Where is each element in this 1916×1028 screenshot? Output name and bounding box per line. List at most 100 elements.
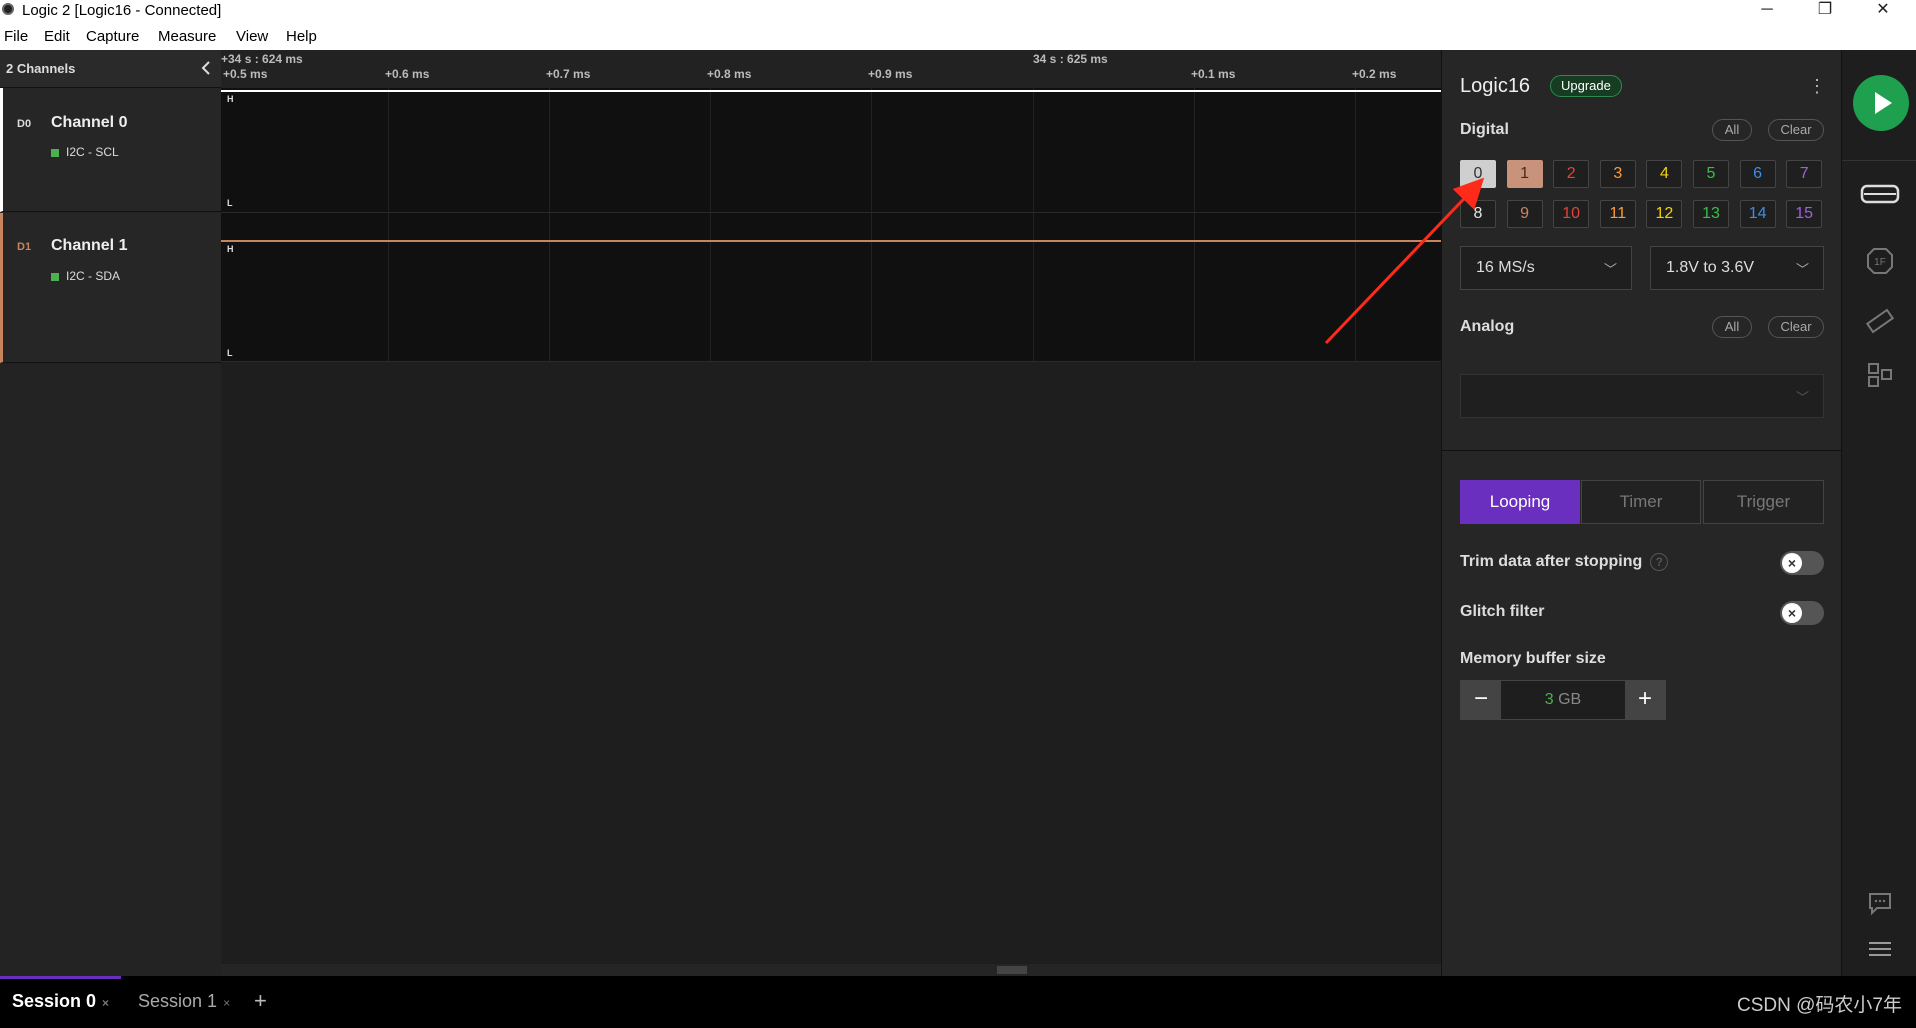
start-capture-button[interactable]: [1853, 75, 1909, 131]
analog-clear-button[interactable]: Clear: [1768, 316, 1824, 338]
lane-separator: [221, 212, 1441, 213]
gridline: [1355, 88, 1356, 362]
trim-toggle[interactable]: ×: [1780, 551, 1824, 575]
menu-help[interactable]: Help: [286, 28, 317, 45]
scrollbar-thumb[interactable]: [997, 966, 1027, 974]
channel-1-signal: [221, 240, 1441, 242]
menu-measure[interactable]: Measure: [158, 28, 216, 45]
digital-channel-12-button[interactable]: 12: [1646, 200, 1683, 228]
maximize-button[interactable]: ❐: [1802, 0, 1848, 22]
time-tick: +0.2 ms: [1352, 67, 1397, 81]
measure-ruler-icon[interactable]: [1860, 306, 1900, 336]
toggle-off-icon: ×: [1782, 553, 1802, 573]
device-icon[interactable]: [1860, 180, 1900, 210]
mode-trigger-button[interactable]: Trigger: [1703, 480, 1824, 524]
digital-channel-3-button[interactable]: 3: [1599, 160, 1636, 188]
right-sidebar: 1F: [1841, 50, 1916, 976]
digital-section-label: Digital: [1460, 121, 1509, 138]
digital-channel-0-button[interactable]: 0: [1460, 160, 1496, 188]
app-logo-icon: [2, 3, 14, 15]
upgrade-button[interactable]: Upgrade: [1550, 75, 1622, 97]
close-tab-icon[interactable]: ×: [102, 996, 109, 1010]
digital-channel-10-button[interactable]: 10: [1553, 200, 1590, 228]
digital-channel-5-button[interactable]: 5: [1693, 160, 1729, 188]
analyzers-icon[interactable]: 1F: [1860, 246, 1900, 276]
close-tab-icon[interactable]: ×: [223, 996, 230, 1010]
gridline: [871, 88, 872, 362]
gridline: [549, 88, 550, 362]
tab-label: Session 1: [138, 991, 218, 1011]
time-ruler[interactable]: +34 s : 624 ms +0.5 ms +0.6 ms +0.7 ms +…: [221, 50, 1441, 88]
digital-channel-13-button[interactable]: 13: [1693, 200, 1729, 228]
channel-lanes[interactable]: H L H L: [221, 88, 1441, 362]
voltage-select[interactable]: 1.8V to 3.6V ﹀: [1650, 246, 1824, 290]
memory-unit: GB: [1558, 691, 1582, 708]
time-tick: +0.8 ms: [707, 67, 752, 81]
help-icon[interactable]: ?: [1650, 553, 1669, 571]
chevron-down-icon: ﹀: [1603, 262, 1617, 277]
glitch-filter-label: Glitch filter: [1460, 603, 1545, 620]
play-icon: [1875, 92, 1892, 114]
mode-timer-button[interactable]: Timer: [1581, 480, 1701, 524]
analog-all-button[interactable]: All: [1712, 316, 1752, 338]
lane-separator: [221, 361, 1441, 362]
menu-file[interactable]: File: [4, 28, 28, 45]
feedback-chat-icon[interactable]: [1860, 888, 1900, 918]
minimize-button[interactable]: ─: [1744, 0, 1790, 22]
low-label: L: [227, 198, 233, 208]
close-window-button[interactable]: ✕: [1860, 0, 1906, 22]
channel-row-1[interactable]: D1 Channel 1 I2C - SDA: [0, 213, 221, 363]
digital-all-button[interactable]: All: [1712, 119, 1752, 141]
digital-channel-6-button[interactable]: 6: [1739, 160, 1776, 188]
menu-edit[interactable]: Edit: [44, 28, 70, 45]
increment-button[interactable]: +: [1625, 681, 1665, 719]
extensions-icon[interactable]: [1860, 360, 1900, 390]
chevron-down-icon: ﹀: [1795, 262, 1809, 277]
analyzer-status-icon: [51, 148, 59, 157]
digital-clear-button[interactable]: Clear: [1768, 119, 1824, 141]
memory-buffer-value[interactable]: 3 GB: [1501, 691, 1625, 709]
menu-bar: File Edit Capture Measure View Help: [0, 22, 1916, 50]
channels-count: 2 Channels: [6, 61, 76, 76]
digital-channel-9-button[interactable]: 9: [1506, 200, 1543, 228]
time-tick: +0.1 ms: [1191, 67, 1236, 81]
analog-rate-select[interactable]: ﹀: [1460, 374, 1824, 418]
session-tab-bar: Session 0 × Session 1 × + CSDN @码农小7年: [0, 976, 1916, 1028]
kebab-menu-icon[interactable]: ⋮: [1808, 76, 1826, 97]
digital-channel-14-button[interactable]: 14: [1739, 200, 1776, 228]
mode-looping-button[interactable]: Looping: [1460, 480, 1580, 524]
waveform-view[interactable]: +34 s : 624 ms +0.5 ms +0.6 ms +0.7 ms +…: [221, 50, 1441, 976]
channels-panel: 2 Channels D0 Channel 0 I2C - SCL D1 Cha…: [0, 50, 221, 976]
start-marker: +34 s : 624 ms: [221, 52, 303, 66]
tab-session-1[interactable]: Session 1 ×: [126, 976, 242, 1026]
add-session-button[interactable]: +: [254, 988, 267, 1014]
tab-session-0[interactable]: Session 0 ×: [0, 976, 122, 1026]
trim-row: Trim data after stopping?: [1460, 553, 1669, 571]
time-tick: +0.9 ms: [868, 67, 913, 81]
sample-rate-select[interactable]: 16 MS/s ﹀: [1460, 246, 1632, 290]
tab-label: Session 0: [12, 991, 97, 1011]
menu-view[interactable]: View: [236, 28, 268, 45]
channel-name[interactable]: Channel 1: [51, 237, 127, 255]
digital-channel-7-button[interactable]: 7: [1786, 160, 1823, 188]
digital-channel-11-button[interactable]: 11: [1599, 200, 1636, 228]
digital-channel-15-button[interactable]: 15: [1786, 200, 1823, 228]
digital-channel-1-button[interactable]: 1: [1506, 160, 1543, 188]
horizontal-scrollbar[interactable]: [221, 964, 1441, 976]
channel-row-0[interactable]: D0 Channel 0 I2C - SCL: [0, 88, 221, 212]
low-label: L: [227, 348, 233, 358]
glitch-filter-toggle[interactable]: ×: [1780, 601, 1824, 625]
menu-capture[interactable]: Capture: [86, 28, 139, 45]
hamburger-menu-icon[interactable]: [1860, 934, 1900, 964]
digital-channel-4-button[interactable]: 4: [1646, 160, 1683, 188]
chevron-left-icon[interactable]: [196, 58, 216, 78]
time-tick: 34 s : 625 ms: [1033, 52, 1108, 66]
digital-channel-8-button[interactable]: 8: [1460, 200, 1496, 228]
svg-text:1F: 1F: [1874, 257, 1886, 268]
channel-tag: D1: [17, 241, 32, 253]
channel-name[interactable]: Channel 0: [51, 114, 127, 132]
sample-rate-value: 16 MS/s: [1476, 259, 1535, 276]
digital-channel-2-button[interactable]: 2: [1553, 160, 1590, 188]
memory-buffer-stepper: − 3 GB +: [1460, 680, 1666, 720]
decrement-button[interactable]: −: [1461, 681, 1501, 719]
